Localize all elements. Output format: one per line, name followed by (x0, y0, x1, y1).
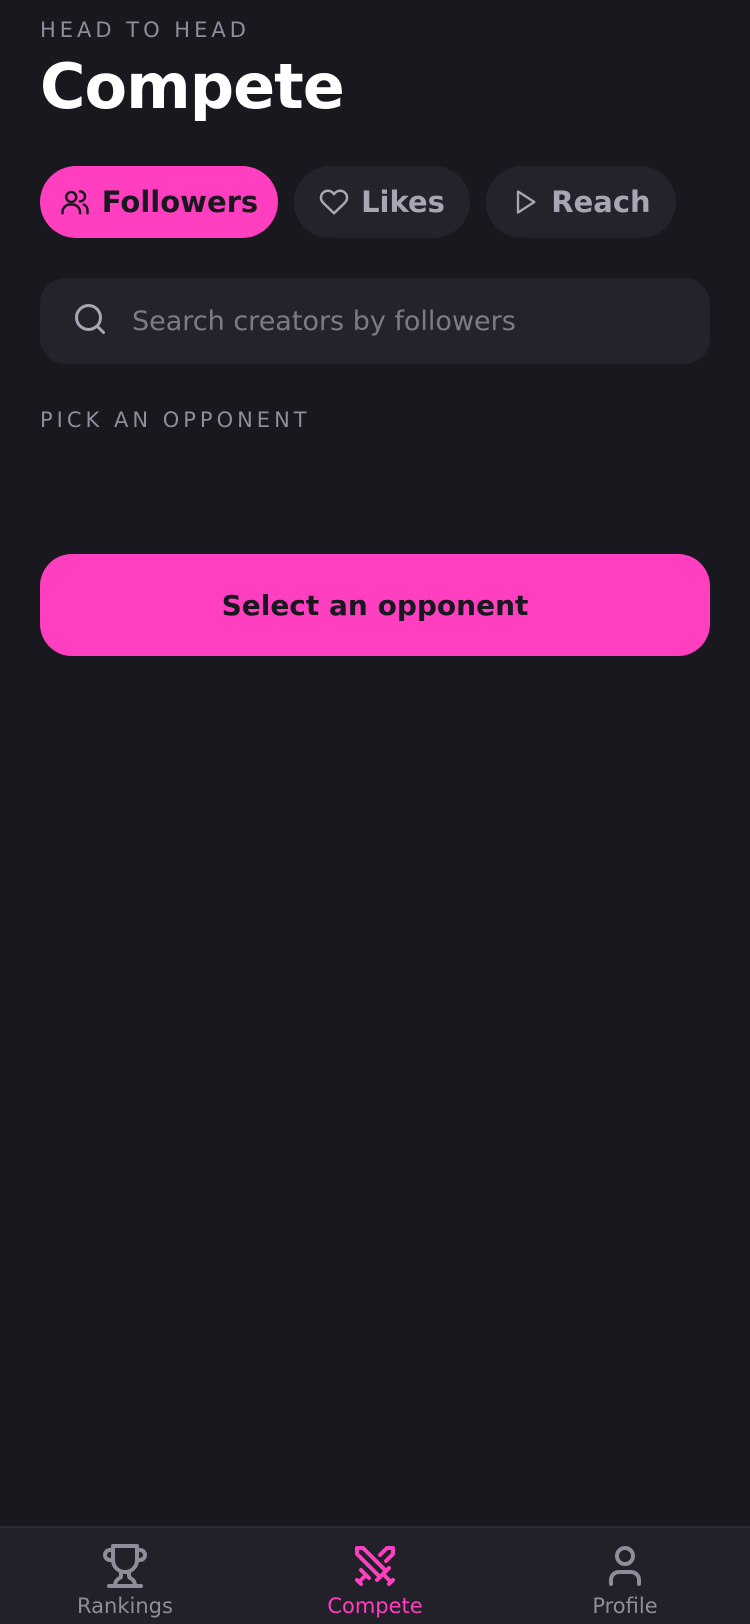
swords-icon (351, 1542, 399, 1590)
page-eyebrow: HEAD TO HEAD (40, 18, 250, 42)
heart-icon (319, 187, 349, 217)
search-input[interactable] (130, 304, 674, 338)
opponents-section-label: PICK AN OPPONENT (40, 408, 311, 432)
metric-tab-label: Followers (101, 185, 259, 219)
compete-screen: HEAD TO HEAD Compete Followers Likes Rea… (0, 0, 750, 1624)
tab-label: Rankings (77, 1594, 173, 1618)
tab-rankings[interactable]: Rankings (35, 1542, 215, 1618)
tab-label: Profile (592, 1594, 658, 1618)
bottom-tab-bar: Rankings Compete Profile (0, 1526, 750, 1624)
metric-tab-followers[interactable]: Followers (40, 166, 278, 238)
tab-profile[interactable]: Profile (535, 1542, 715, 1618)
select-opponent-button[interactable]: Select an opponent (40, 554, 710, 656)
search-icon (72, 301, 108, 341)
user-icon (601, 1542, 649, 1590)
metric-tab-likes[interactable]: Likes (294, 166, 470, 238)
page-title: Compete (40, 50, 345, 123)
metric-tab-label: Likes (361, 185, 445, 219)
users-icon (60, 187, 90, 217)
tab-label: Compete (327, 1594, 423, 1618)
metric-tab-label: Reach (551, 185, 651, 219)
metric-tab-reach[interactable]: Reach (486, 166, 676, 238)
play-icon (511, 188, 539, 216)
trophy-icon (101, 1542, 149, 1590)
search-bar[interactable] (40, 278, 710, 364)
tab-compete[interactable]: Compete (285, 1542, 465, 1618)
